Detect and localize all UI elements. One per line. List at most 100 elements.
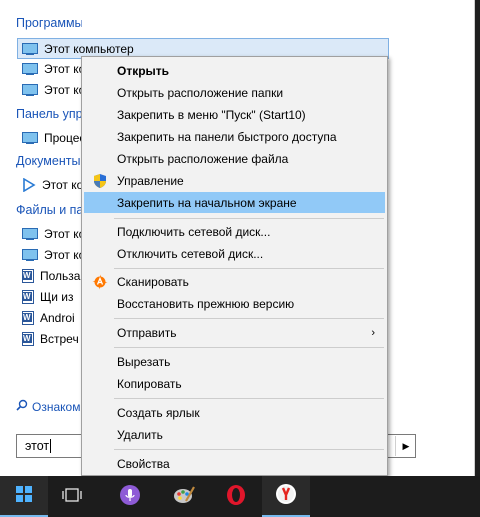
menu-item-create-shortcut[interactable]: Создать ярлык [84,402,385,423]
result-label: Польза [40,269,81,283]
cortana-button[interactable] [106,476,154,517]
result-label: Этот ко [42,178,82,192]
result-label: Встреч [40,332,79,346]
menu-item-label: Отправить [117,325,177,340]
menu-item-label: Восстановить прежнюю версию [117,296,295,311]
computer-icon [22,63,38,75]
section-header-documents[interactable]: Документы [16,154,82,168]
section-header-control-panel[interactable]: Панель упр [16,107,82,121]
menu-item-pin-to-start10[interactable]: Закрепить в меню "Пуск" (Start10) [84,104,385,125]
result-label: Androi [40,311,75,325]
menu-item-label: Свойства [117,456,170,471]
computer-icon [22,132,38,144]
menu-item-disconnect-network-drive[interactable]: Отключить сетевой диск... [84,243,385,264]
menu-item-label: Открыть [117,63,170,78]
uac-shield-icon [92,173,108,189]
word-doc-icon [22,290,34,304]
menu-item-open-folder-location[interactable]: Открыть расположение папки [84,82,385,103]
menu-item-send-to[interactable]: Отправить › [84,322,385,343]
computer-icon [22,249,38,261]
menu-item-label: Подключить сетевой диск... [117,224,271,239]
menu-item-label: Отключить сетевой диск... [117,246,264,261]
yandex-browser-icon [275,483,297,508]
computer-icon [22,84,38,96]
chevron-right-icon: › [371,326,375,339]
word-doc-icon [22,269,34,283]
section-header-files[interactable]: Файлы и па [16,203,82,217]
menu-separator [114,347,384,348]
paint-app-button[interactable] [160,476,208,517]
menu-item-pin-to-start-screen[interactable]: Закрепить на начальном экране [84,192,385,213]
menu-item-label: Закрепить на панели быстрого доступа [117,129,337,144]
menu-item-label: Вырезать [117,354,171,369]
menu-item-manage[interactable]: Управление [84,170,385,191]
result-row[interactable]: Польза [18,266,82,286]
menu-item-map-network-drive[interactable]: Подключить сетевой диск... [84,221,385,242]
menu-item-restore-previous-version[interactable]: Восстановить прежнюю версию [84,293,385,314]
result-label: Процес [44,131,82,145]
result-row[interactable]: Этот ко [18,175,82,195]
result-row[interactable]: Этот ко [18,80,82,100]
result-row[interactable]: Процес [18,128,82,148]
section-header-programs[interactable]: Программы [16,16,82,30]
menu-item-cut[interactable]: Вырезать [84,351,385,372]
learn-more-label: Ознаком [32,399,81,414]
start-button[interactable] [0,476,48,517]
yandex-browser-button[interactable] [262,476,310,517]
menu-separator [114,398,384,399]
result-row[interactable]: Androi [18,308,82,328]
menu-separator [114,318,384,319]
result-label: Этот ко [44,227,82,241]
cortana-mic-icon [119,484,141,509]
learn-more-link[interactable]: Ознаком [16,399,82,414]
task-view-button[interactable] [48,476,96,517]
result-label: Щи из [40,290,74,304]
result-label: Этот ко [44,83,82,97]
result-row[interactable]: Встреч [18,329,82,349]
context-menu: Открыть Открыть расположение папки Закре… [81,56,388,476]
task-view-icon [62,487,82,506]
menu-item-properties[interactable]: Свойства [84,453,385,474]
menu-item-open[interactable]: Открыть [84,60,385,81]
menu-item-scan[interactable]: Сканировать [84,271,385,292]
menu-item-label: Удалить [117,427,163,442]
result-row[interactable]: Этот ко [18,224,82,244]
menu-item-delete[interactable]: Удалить [84,424,385,445]
menu-separator [114,268,384,269]
result-row[interactable]: Щи из [18,287,82,307]
menu-item-label: Открыть расположение файла [117,151,289,166]
result-label: Этот компьютер [44,41,134,56]
menu-item-label: Копировать [117,376,182,391]
search-icon [16,399,28,414]
menu-separator [114,449,384,450]
avast-icon [92,274,108,290]
word-doc-icon [22,332,34,346]
play-arrow-icon [22,178,36,192]
menu-item-label: Закрепить в меню "Пуск" (Start10) [117,107,306,122]
search-go-button[interactable]: ▶ [395,436,416,456]
search-input-value: этот [25,439,50,453]
menu-item-label: Сканировать [117,274,189,289]
play-arrow-icon: ▶ [402,440,410,451]
computer-icon [22,228,38,240]
result-label: Этот ко [44,248,82,262]
menu-item-label: Управление [117,173,184,188]
text-caret [50,439,52,453]
result-label: Этот ко [44,62,82,76]
menu-item-label: Закрепить на начальном экране [117,195,297,210]
menu-item-open-file-location[interactable]: Открыть расположение файла [84,148,385,169]
menu-item-label: Создать ярлык [117,405,200,420]
result-row[interactable]: Этот ко [18,245,82,265]
result-row[interactable]: Этот ко [18,59,82,79]
start-icon [15,485,33,506]
menu-item-copy[interactable]: Копировать [84,373,385,394]
menu-item-label: Открыть расположение папки [117,85,284,100]
word-doc-icon [22,311,34,325]
menu-item-pin-quick-access[interactable]: Закрепить на панели быстрого доступа [84,126,385,147]
paint-icon [172,483,196,510]
opera-browser-button[interactable] [212,476,260,517]
computer-icon [22,42,38,55]
taskbar [0,476,480,517]
opera-icon [225,484,247,509]
menu-separator [114,218,384,219]
